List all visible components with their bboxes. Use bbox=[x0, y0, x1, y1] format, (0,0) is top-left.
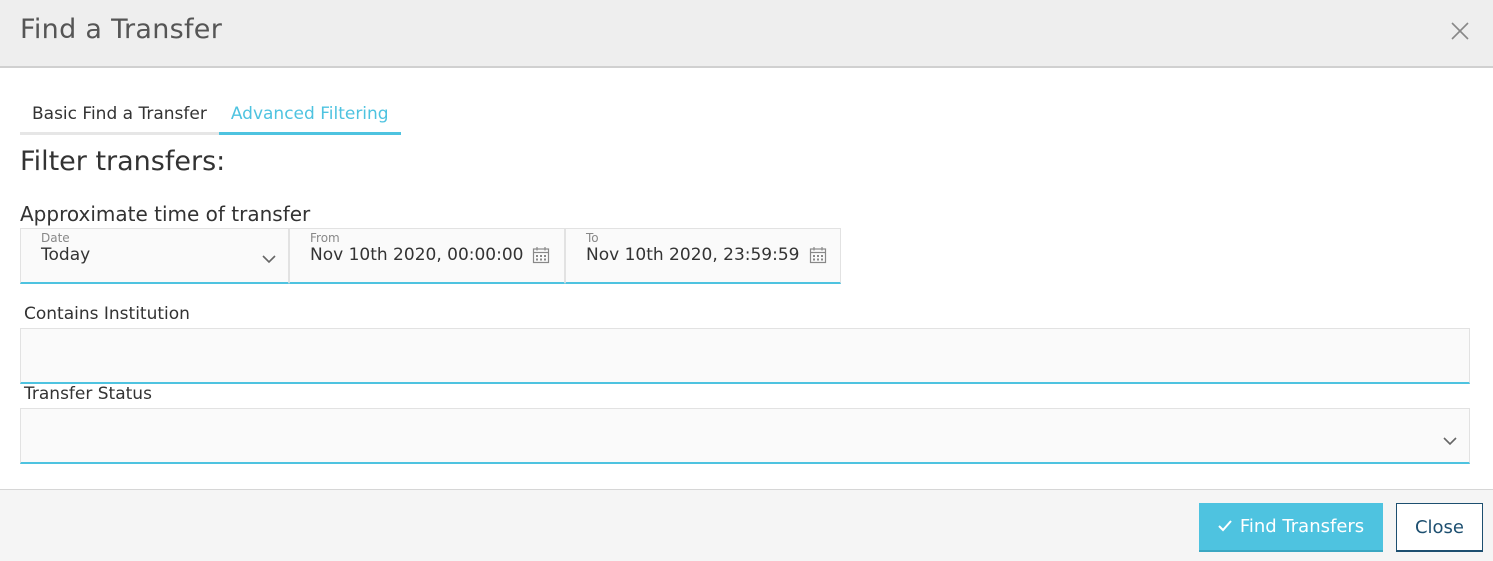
checkmark-icon bbox=[1218, 516, 1232, 537]
chevron-down-icon bbox=[262, 249, 276, 268]
from-value: Nov 10th 2020, 00:00:00 bbox=[310, 245, 524, 265]
transfer-status-label: Transfer Status bbox=[24, 384, 152, 404]
to-label: To bbox=[586, 231, 599, 245]
institution-label: Contains Institution bbox=[24, 304, 190, 324]
find-transfers-button[interactable]: Find Transfers bbox=[1199, 503, 1383, 552]
calendar-icon[interactable] bbox=[809, 246, 827, 268]
date-label: Date bbox=[41, 231, 70, 245]
approx-time-label: Approximate time of transfer bbox=[20, 202, 311, 226]
tab-bar: Basic Find a Transfer Advanced Filtering bbox=[20, 96, 401, 135]
institution-field bbox=[20, 328, 1470, 384]
tab-advanced-filtering[interactable]: Advanced Filtering bbox=[218, 96, 401, 135]
from-label: From bbox=[310, 231, 340, 245]
transfer-status-select[interactable] bbox=[20, 408, 1470, 464]
filter-title: Filter transfers: bbox=[20, 146, 226, 177]
date-value: Today bbox=[41, 245, 91, 265]
from-date-field[interactable]: From Nov 10th 2020, 00:00:00 bbox=[289, 228, 565, 284]
to-date-field[interactable]: To Nov 10th 2020, 23:59:59 bbox=[565, 228, 841, 284]
institution-input[interactable] bbox=[21, 329, 1469, 382]
chevron-down-icon bbox=[1443, 431, 1457, 450]
close-button[interactable]: Close bbox=[1396, 503, 1483, 552]
close-icon[interactable] bbox=[1449, 20, 1471, 42]
date-range-select[interactable]: Date Today bbox=[20, 228, 289, 284]
tab-basic-find[interactable]: Basic Find a Transfer bbox=[20, 96, 219, 135]
dialog-header: Find a Transfer bbox=[0, 0, 1493, 68]
calendar-icon[interactable] bbox=[532, 246, 550, 268]
to-value: Nov 10th 2020, 23:59:59 bbox=[586, 245, 800, 265]
find-transfers-label: Find Transfers bbox=[1239, 516, 1365, 537]
dialog-footer: Find Transfers Close bbox=[0, 489, 1493, 561]
dialog-title: Find a Transfer bbox=[20, 14, 223, 45]
